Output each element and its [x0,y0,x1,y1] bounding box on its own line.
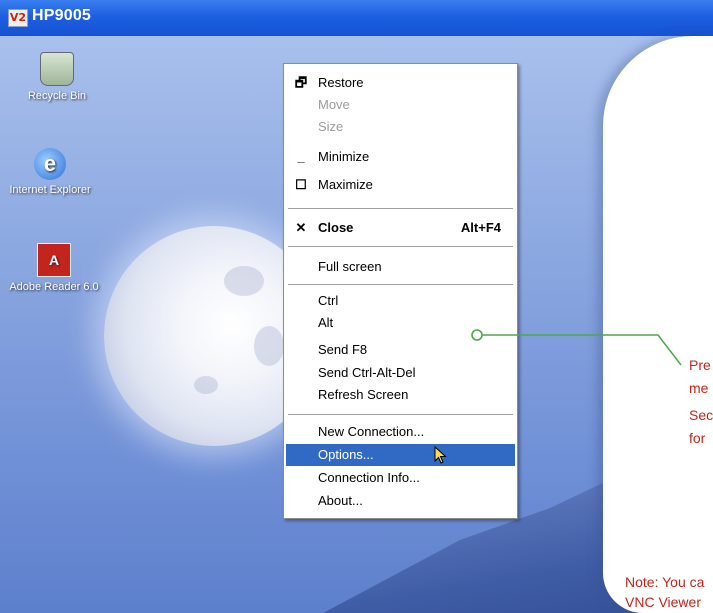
callout-text-line-2: me [689,380,709,396]
callout-text-line-3: Sec [689,407,713,423]
note-text-line-1: Note: You ca [625,574,705,590]
callout-text-line-1: Pre [689,357,711,373]
callout-line [471,329,682,366]
callout-text-line-4: for [689,430,706,446]
note-text-line-2: VNC Viewer [625,594,701,610]
